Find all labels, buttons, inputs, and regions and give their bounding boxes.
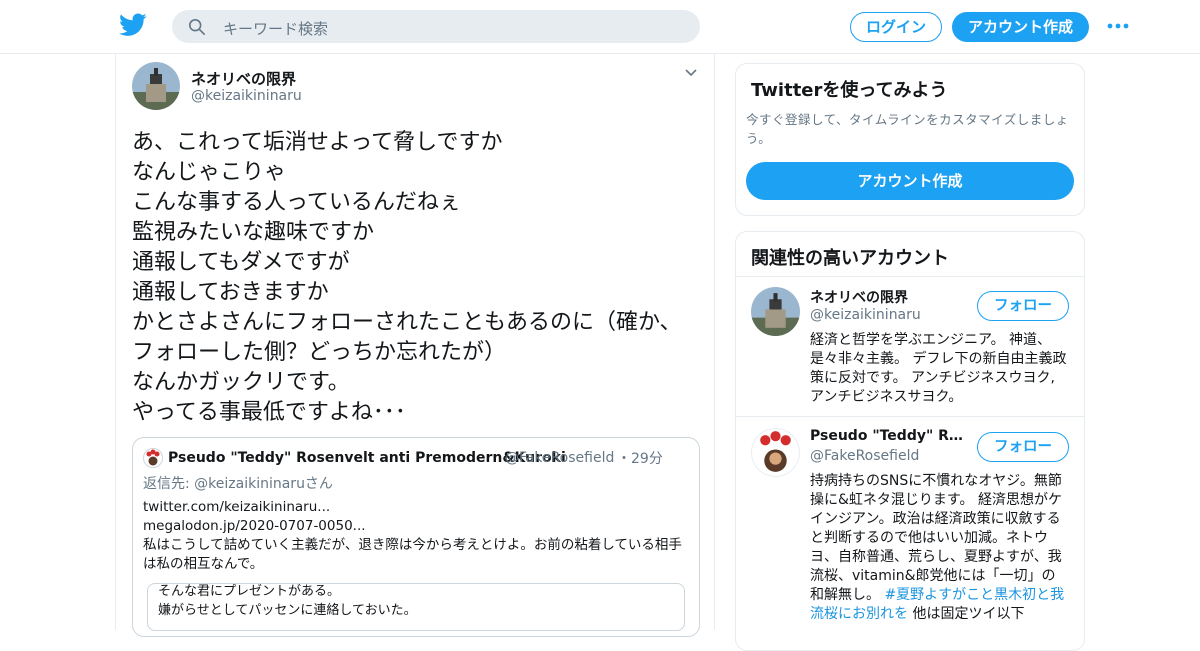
avatar[interactable] [751,428,800,477]
account-item[interactable]: ネオリベの限界 @keizaikininaru フォロー 経済と哲学を学ぶエンジ… [736,277,1084,417]
author-handle[interactable]: @keizaikininaru [191,88,302,104]
signup-card-button[interactable]: アカウント作成 [746,162,1074,200]
follow-button[interactable]: フォロー [977,291,1069,321]
account-item[interactable]: Pseudo "Teddy" Rosenvelt anti Premodern&… [736,418,1084,650]
more-options-icon[interactable] [1107,23,1129,29]
avatar[interactable] [751,287,800,336]
avatar[interactable] [132,62,180,110]
author-name[interactable]: ネオリベの限界 [191,68,296,89]
related-accounts-card: 関連性の高いアカウント ネオリベの限界 @keizaikininaru フォロー… [735,231,1085,651]
tweet-text: あ、これって垢消せよって脅しですか なんじゃこりゃ こんな事する人っているんだね… [132,130,682,425]
nested-quoted-text: そんな君にプレゼントがある。 嫌がらせとしてパッセンに連絡しておいた。 [158,584,417,618]
account-bio: 持病持ちのSNSに不慣れなオヤジ。無節操に&虹ネタ混じります。 経済思想がケイン… [810,472,1068,624]
follow-button[interactable]: フォロー [977,432,1069,462]
tweet-permalink: ネオリベの限界 @keizaikininaru あ、これって垢消せよって脅しです… [115,54,715,637]
search-box[interactable]: キーワード検索 [172,10,700,43]
chevron-down-icon[interactable] [684,68,698,78]
quoted-tweet[interactable]: Pseudo "Teddy" Rosenvelt anti Premodern&… [132,437,700,637]
twitter-bird-icon[interactable] [119,12,147,38]
signup-card-title: Twitterを使ってみよう [751,80,948,101]
quoted-author-handle: @FakeRosefield [505,450,615,466]
related-accounts-title: 関連性の高いアカウント [751,248,949,269]
signup-card: Twitterを使ってみよう 今すぐ登録して、タイムラインをカスタマイズしましょ… [735,63,1085,216]
account-bio-text: 持病持ちのSNSに不慣れなオヤジ。無節操に&虹ネタ混じります。 経済思想がケイン… [810,473,1062,603]
nested-quoted-tweet[interactable]: そんな君にプレゼントがある。 嫌がらせとしてパッセンに連絡しておいた。 [147,583,685,631]
account-name[interactable]: ネオリベの限界 [810,287,970,307]
account-handle[interactable]: @keizaikininaru [810,307,921,323]
login-button[interactable]: ログイン [850,12,942,42]
account-handle[interactable]: @FakeRosefield [810,448,919,464]
search-input[interactable]: キーワード検索 [223,18,328,39]
reply-to-label: 返信先: @keizaikininaruさん [143,476,333,492]
account-bio-text: 他は固定ツイ以下 [908,606,1025,622]
search-icon [188,18,206,36]
quoted-tweet-text: twitter.com/keizaikininaru... megalodon.… [143,499,682,572]
quoted-avatar [143,448,163,468]
account-name[interactable]: Pseudo "Teddy" Rosenvelt anti Premodern&… [810,428,970,444]
signup-button[interactable]: アカウント作成 [952,12,1089,42]
related-accounts-header: 関連性の高いアカウント [736,232,1084,277]
top-navigation-bar: キーワード検索 ログイン アカウント作成 [0,0,1200,54]
quoted-timestamp: ・29分 [617,451,663,467]
signup-card-description: 今すぐ登録して、タイムラインをカスタマイズしましょう。 [746,112,1069,146]
account-bio: 経済と哲学を学ぶエンジニア。 神道、是々非々主義。 デフレ下の新自由主義政策に反… [810,332,1067,405]
